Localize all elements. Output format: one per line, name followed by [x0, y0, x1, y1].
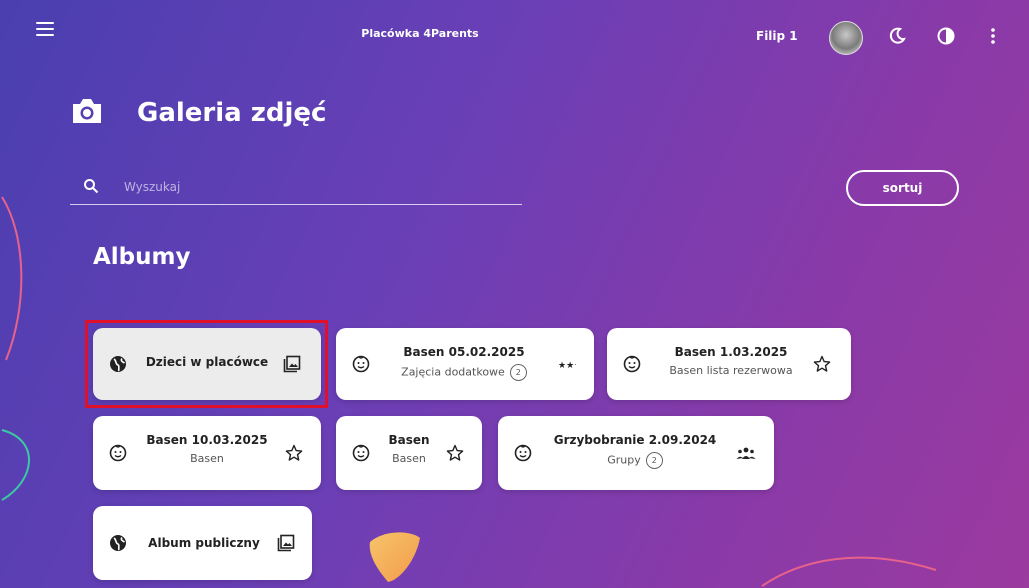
decor-curve-pink-left: [1, 196, 23, 361]
album-subtitle: Basen: [190, 452, 224, 465]
search-bar: [70, 172, 522, 205]
child-face-icon: [514, 444, 532, 462]
album-subtitle: Zajęcia dodatkowe: [401, 365, 505, 379]
stars-icon: ★★★: [558, 361, 576, 370]
decor-curve-pink-bottom: [761, 556, 937, 587]
child-face-icon: [352, 444, 370, 462]
star-icon[interactable]: [285, 444, 303, 462]
more-vertical-icon[interactable]: [983, 26, 1003, 46]
sort-button[interactable]: sortuj: [846, 170, 959, 206]
album-card-basen-1-03-2025[interactable]: Basen 1.03.2025 Basen lista rezerwowa: [607, 328, 851, 400]
contrast-icon[interactable]: [936, 26, 956, 46]
album-card-grzybobranie[interactable]: Grzybobranie 2.09.2024 Grupy 2: [498, 416, 774, 490]
child-face-icon: [109, 444, 127, 462]
album-name: Basen 1.03.2025: [674, 345, 788, 359]
svg-text:★★★: ★★★: [558, 361, 576, 370]
album-card-basen-10-03-2025[interactable]: Basen 10.03.2025 Basen: [93, 416, 321, 490]
selection-highlight: [85, 320, 328, 408]
albums-heading: Albumy: [93, 244, 191, 270]
album-card-basen[interactable]: Basen Basen: [336, 416, 482, 490]
album-name: Basen 05.02.2025: [403, 345, 525, 359]
groups-icon: [736, 447, 756, 459]
decor-curve-green-left: [1, 429, 30, 501]
child-face-icon: [623, 355, 641, 373]
star-icon[interactable]: [813, 355, 831, 373]
album-name: Basen 10.03.2025: [146, 433, 268, 447]
decor-blob-orange: [369, 532, 420, 582]
album-subtitle: Basen lista rezerwowa: [669, 364, 793, 377]
album-card-album-publiczny[interactable]: Album publiczny: [93, 506, 312, 580]
top-bar: Placówka 4Parents Filip 1: [0, 0, 1029, 55]
search-icon: [84, 179, 99, 194]
child-face-icon: [352, 355, 370, 373]
album-name: Basen: [388, 433, 430, 447]
user-name[interactable]: Filip 1: [756, 29, 798, 43]
album-subtitle: Grupy: [607, 453, 641, 467]
album-count-badge: 2: [509, 364, 527, 381]
album-name: Grzybobranie 2.09.2024: [553, 433, 717, 447]
gallery-icon: [277, 534, 295, 552]
user-avatar[interactable]: [829, 21, 863, 55]
album-count-badge: 2: [645, 452, 663, 469]
globe-icon: [110, 535, 126, 551]
star-icon[interactable]: [446, 444, 464, 462]
app-title: Placówka 4Parents: [361, 27, 479, 40]
page-title: Galeria zdjęć: [137, 98, 327, 128]
camera-icon: [73, 99, 101, 123]
album-subtitle: Basen: [392, 452, 426, 465]
search-input[interactable]: [122, 176, 506, 198]
moon-icon[interactable]: [887, 26, 907, 46]
album-name: Album publiczny: [148, 536, 260, 550]
album-card-basen-05-02-2025[interactable]: Basen 05.02.2025 Zajęcia dodatkowe 2 ★★★: [336, 328, 594, 400]
